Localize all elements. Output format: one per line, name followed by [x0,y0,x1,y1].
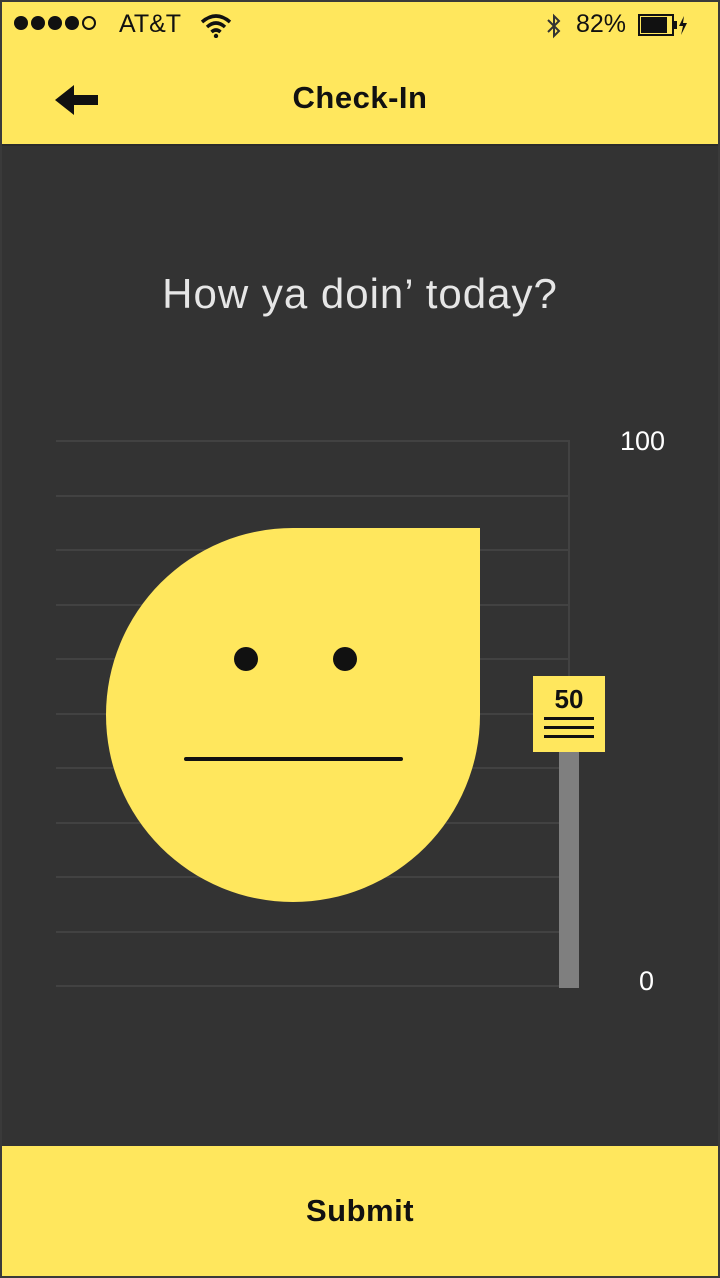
battery-percentage: 82% [576,10,627,38]
page-title: Check-In [292,80,428,115]
wifi-icon [200,14,232,38]
slider-value-label: 50 [554,684,584,714]
gridline [56,495,570,497]
question-text: How ya doin’ today? [162,270,558,317]
battery-charging-icon [638,14,687,36]
mood-slider-track[interactable] [559,750,579,988]
grip-line [544,735,594,738]
header: AT&T 82% Check-In [2,2,718,146]
submit-button[interactable]: Submit [2,1146,718,1276]
scale-max-label: 100 [620,426,666,456]
gridline [56,985,570,987]
signal-strength-icon [14,16,96,30]
scale-min-label: 0 [639,966,655,996]
gridline [56,440,570,442]
gridline [56,931,570,933]
grip-line [544,717,594,720]
carrier-label: AT&T [119,10,182,38]
grip-line [544,726,594,729]
neutral-face-icon [106,528,480,902]
bluetooth-icon [547,13,561,39]
check-in-screen: AT&T 82% Check-In How ya doin’ today? 10… [0,0,720,1278]
mood-slider-handle[interactable]: 50 [533,676,605,752]
